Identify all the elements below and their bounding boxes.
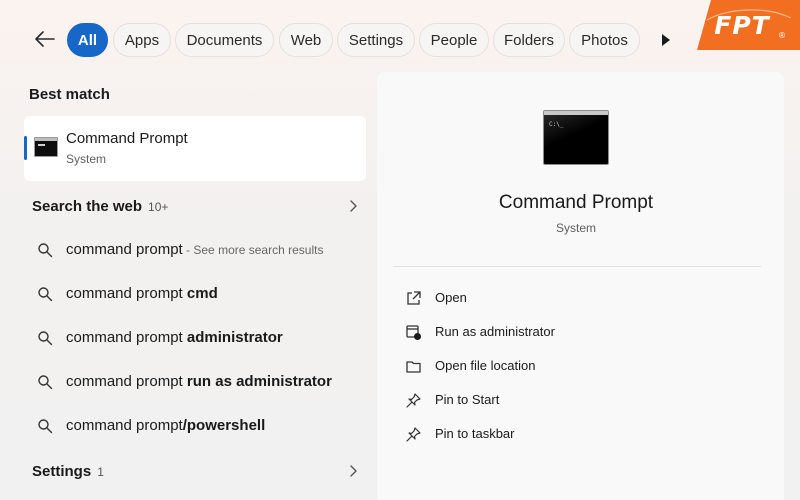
filter-folders[interactable]: Folders: [493, 23, 565, 57]
filter-label: Settings: [348, 31, 404, 49]
search-web-label: Search the web: [32, 198, 143, 215]
web-suggestion-4[interactable]: command prompt run as administrator: [24, 362, 366, 402]
web-suggestion-5[interactable]: command prompt/powershell: [24, 406, 366, 446]
search-icon: [38, 287, 53, 302]
suggestion-text: command prompt: [66, 329, 187, 346]
settings-section-count: 1: [97, 465, 104, 479]
command-prompt-large-icon: C:\_: [543, 110, 609, 165]
chevron-right-icon: [350, 200, 357, 212]
detail-subtitle: System: [555, 221, 596, 235]
detail-title: Command Prompt: [498, 192, 654, 213]
search-web-title: Search the web 10+: [32, 198, 168, 215]
suggestion-extra: - See more search results: [182, 243, 324, 257]
action-run-as-admin[interactable]: Run as administrator: [393, 316, 761, 348]
open-external-icon: [407, 291, 421, 305]
action-label: Pin to taskbar: [435, 426, 515, 441]
filter-all[interactable]: All: [67, 23, 108, 57]
search-icon: [38, 375, 53, 390]
divider: [393, 266, 761, 267]
web-suggestion-1[interactable]: command prompt - See more search results: [24, 230, 366, 270]
selection-indicator: [24, 136, 27, 160]
filter-bar: All Apps Documents Web Settings People F…: [0, 0, 800, 80]
best-match-item[interactable]: Command Prompt System: [24, 116, 366, 181]
best-match-subtitle: System: [66, 152, 107, 166]
action-pin-to-start[interactable]: Pin to Start: [393, 384, 761, 416]
fpt-logo-text: FPT: [714, 11, 770, 40]
suggestion-bold: run as administrator: [186, 373, 332, 390]
filter-apps[interactable]: Apps: [113, 23, 171, 57]
suggestion-text: command prompt: [66, 373, 187, 390]
action-label: Open: [435, 290, 467, 305]
filter-label: Web: [290, 31, 322, 49]
filter-label: Folders: [503, 31, 555, 49]
play-arrow-icon: [662, 34, 670, 46]
arrow-left-icon: [35, 31, 55, 47]
settings-section-title: Settings 1: [32, 463, 104, 480]
back-button[interactable]: [30, 24, 60, 54]
filter-label: People: [430, 31, 478, 49]
web-suggestion-2[interactable]: command prompt cmd: [24, 274, 366, 314]
fpt-logo: FPT ®: [697, 0, 800, 50]
suggestion-text: command prompt: [66, 417, 183, 434]
search-icon: [38, 243, 53, 258]
settings-section-header[interactable]: Settings 1: [24, 458, 366, 486]
search-icon: [38, 419, 53, 434]
action-label: Open file location: [435, 358, 536, 373]
search-web-header[interactable]: Search the web 10+: [24, 193, 366, 221]
filter-label: Documents: [186, 31, 263, 49]
action-label: Pin to Start: [435, 392, 500, 407]
filter-photos[interactable]: Photos: [569, 23, 640, 57]
detail-pane: C:\_ Command Prompt System Open Run as a…: [377, 72, 784, 500]
filter-documents[interactable]: Documents: [175, 23, 274, 57]
web-suggestion-3[interactable]: command prompt administrator: [24, 318, 366, 358]
suggestion-text: command prompt: [66, 285, 187, 302]
command-prompt-icon: [34, 137, 58, 157]
filter-settings[interactable]: Settings: [337, 23, 415, 57]
filter-label: Photos: [581, 31, 628, 49]
registered-mark: ®: [778, 31, 786, 40]
chevron-right-icon: [350, 465, 357, 477]
best-match-title: Command Prompt: [66, 130, 188, 147]
filter-label: Apps: [124, 31, 160, 49]
suggestion-bold: cmd: [186, 285, 218, 302]
filter-label: All: [77, 31, 98, 49]
more-filters-button[interactable]: [656, 30, 676, 50]
filter-people[interactable]: People: [419, 23, 489, 57]
best-match-heading: Best match: [29, 86, 110, 103]
suggestion-bold: administrator: [186, 329, 283, 346]
pin-icon: [406, 427, 421, 442]
folder-icon: [406, 361, 421, 373]
action-pin-to-taskbar[interactable]: Pin to taskbar: [393, 418, 761, 450]
action-open[interactable]: Open: [393, 282, 761, 314]
filter-web[interactable]: Web: [279, 23, 333, 57]
action-label: Run as administrator: [435, 324, 555, 339]
shield-admin-icon: [406, 325, 421, 340]
suggestion-text: command prompt: [66, 241, 183, 258]
search-icon: [38, 331, 53, 346]
suggestion-bold: /powershell: [182, 417, 266, 434]
pin-icon: [406, 393, 421, 408]
action-open-file-location[interactable]: Open file location: [393, 350, 761, 382]
search-web-count: 10+: [148, 200, 169, 214]
settings-section-label: Settings: [32, 463, 92, 480]
